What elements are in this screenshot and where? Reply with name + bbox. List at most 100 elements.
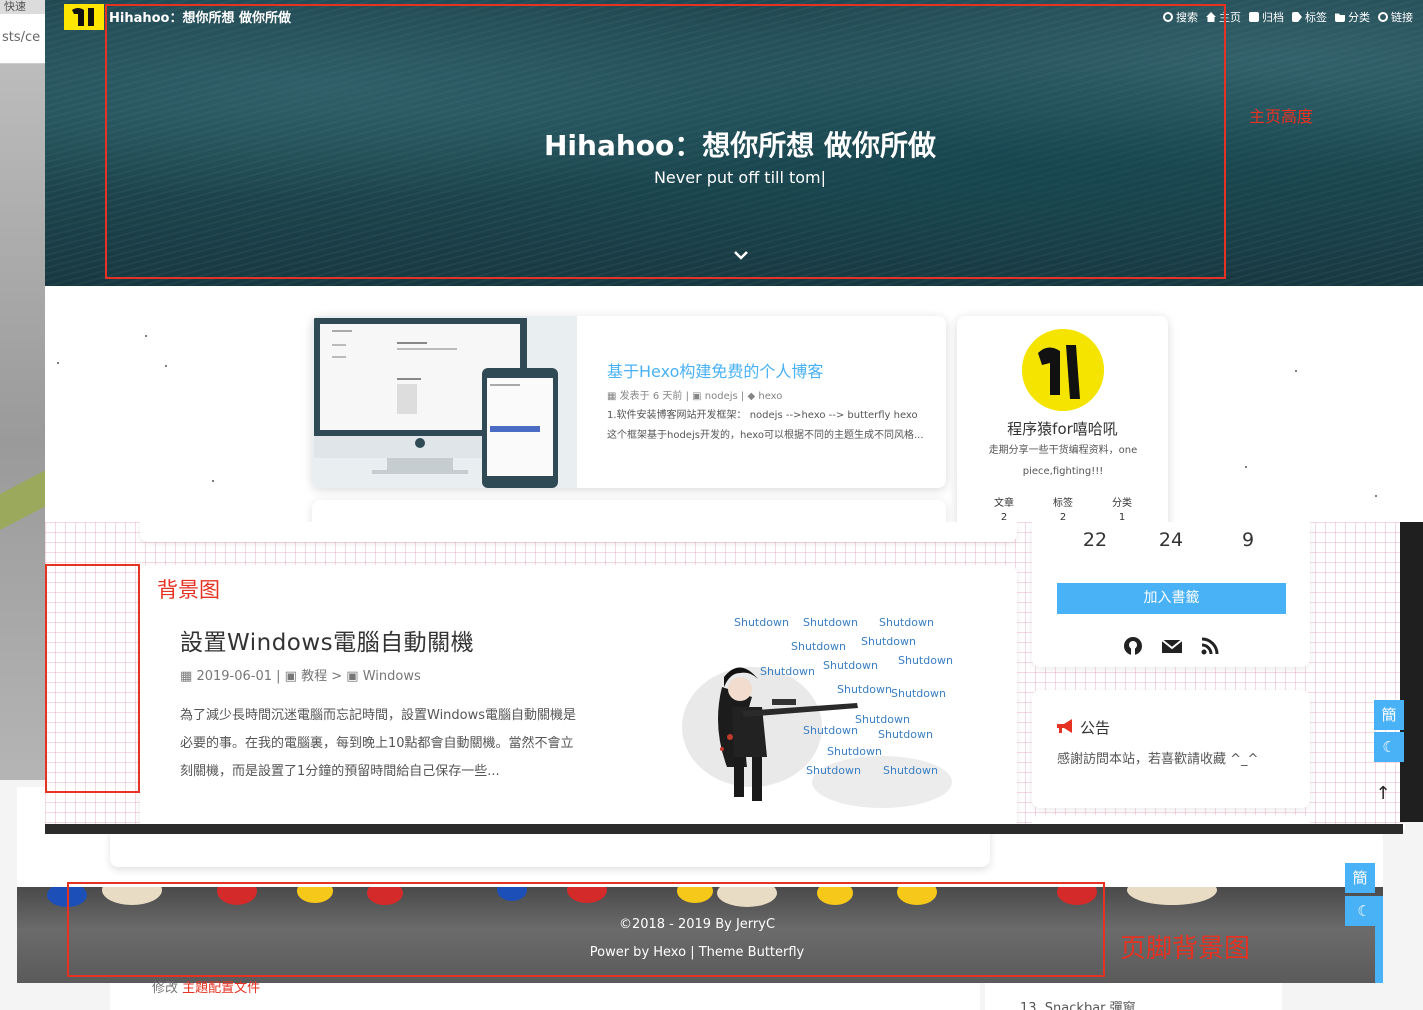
nav-categories-label: 分类 [1348,11,1370,24]
stat-label-articles[interactable]: 文章 [984,494,1024,509]
author-description: 走期分享一些干货编程资料，one piece,fighting!!! [988,445,1138,477]
illustration-word: Shutdown [734,616,789,629]
background-annotation-label: 背景图 [157,578,220,602]
rss-icon[interactable] [1198,634,1222,658]
mid-dark-edge [1400,522,1423,822]
nav-links[interactable]: 链接 [1378,9,1413,25]
illustration-word: Shutdown [891,687,946,700]
background-dot [57,362,59,364]
anime-girl-illustration [682,667,952,808]
category-count[interactable]: 9 [1218,529,1278,551]
footer-bg-cream-blob [1127,887,1217,905]
post-meta: ▦ 2019-06-01 | ▣ 教程 > ▣ Windows [180,665,421,684]
bookmark-button[interactable]: 加入書籤 [1057,583,1286,614]
recent-post-tag[interactable]: hexo [758,391,782,402]
post-subcategory[interactable]: Windows [363,669,421,684]
chevron-right-icon: > [331,669,347,684]
post-excerpt: 為了減少長時間沉迷電腦而忘記時間，設置Windows電腦自動關機是必要的事。在我… [180,708,577,779]
meta-separator: | [276,669,285,684]
mid-previous-post-card [140,522,1017,542]
recent-post-category[interactable]: nodejs [705,391,738,402]
avatar[interactable] [1022,329,1104,411]
post-title[interactable]: 設置Windows電腦自動關機 [180,623,474,657]
illustration-word: Shutdown [898,654,953,667]
recent-post-card[interactable] [312,316,946,488]
top-screenshot: Hihahoo：想你所想 做你所做 搜索 主页 归档 标签 分类 链接 Hiha… [45,0,1423,522]
background-dot [1295,370,1297,372]
announcement-title: 公告 [1080,719,1111,737]
theme-config-link[interactable]: 主題配置文件 [182,981,260,996]
illustration-word: Shutdown [878,728,933,741]
simplified-chinese-button[interactable]: 簡 [1345,863,1375,893]
next-post-card[interactable] [312,500,946,522]
tag-icon [1292,12,1302,22]
illustration-word: Shutdown [855,713,910,726]
post-cover-illustration[interactable]: Shutdown Shutdown Shutdown Shutdown Shut… [672,607,962,819]
post-cover-devices [312,316,577,488]
calendar-icon: ▦ [180,669,193,684]
background-dot [145,335,147,337]
stat-label-categories[interactable]: 分类 [1102,494,1142,509]
post-category[interactable]: 教程 [301,669,327,684]
author-name: 程序猿for嘻哈吼 [1007,420,1118,438]
recent-post-meta: ▦ 发表于 6 天前 | ▣ nodejs | ◆ hexo [607,387,782,402]
below-footer-text: 修改 主題配置文件 [152,977,260,996]
stat-value-articles[interactable]: 2 [984,512,1024,522]
tag-count[interactable]: 24 [1141,529,1201,551]
background-annotation-box [45,564,140,793]
stat-value-tags[interactable]: 2 [1043,512,1083,522]
link-icon [1378,12,1388,22]
tag-icon: ◆ [747,391,756,402]
recent-post-date: 发表于 6 天前 [619,391,683,402]
background-dot [1375,495,1377,497]
footer-annotation-label: 页脚背景图 [1120,934,1251,964]
dark-mode-button[interactable]: ☾ [1345,896,1383,926]
archive-icon [1249,12,1259,22]
stat-label-tags[interactable]: 标签 [1043,494,1083,509]
background-dot [165,365,167,367]
post-date: 2019-06-01 [196,669,272,684]
nav-tags-label: 标签 [1305,11,1327,24]
illustration-word: Shutdown [806,764,861,777]
nav-categories[interactable]: 分类 [1335,9,1370,25]
dark-mode-button[interactable]: ☾ [1374,732,1404,762]
folder-icon [1335,13,1345,22]
bullhorn-icon [1057,719,1072,733]
illustration-word: Shutdown [861,635,916,648]
composite-screenshot: { "browser": {"tab_fragment": "快速", "url… [0,0,1423,1010]
home-height-annotation-label: 主页高度 [1249,107,1314,126]
recent-post-title[interactable]: 基于Hexo构建免费的个人博客 [607,358,823,382]
illustration-word: Shutdown [883,764,938,777]
email-icon[interactable] [1160,634,1184,658]
home-height-annotation-box [105,4,1226,279]
calendar-icon: ▦ [607,391,617,402]
illustration-word: Shutdown [823,659,878,672]
illustration-word: Shutdown [837,683,892,696]
site-logo[interactable] [64,4,104,30]
illustration-word: Shutdown [791,640,846,653]
inbox-icon: ▣ [346,669,359,684]
background-dot [212,480,214,482]
stat-value-categories[interactable]: 1 [1102,512,1142,522]
nav-archive-label: 归档 [1262,11,1284,24]
illustration-word: Shutdown [760,665,815,678]
footer-annotation-box [67,882,1105,977]
simplified-chinese-button[interactable]: 簡 [1374,700,1404,730]
back-to-top-button[interactable]: ↑ [1372,783,1394,807]
nav-archive[interactable]: 归档 [1249,9,1284,25]
inbox-icon: ▣ [692,391,702,402]
nav-tags[interactable]: 标签 [1292,9,1327,25]
illustration-word: Shutdown [827,745,882,758]
article-count[interactable]: 22 [1065,529,1125,551]
inbox-icon: ▣ [284,669,297,684]
illustration-word: Shutdown [803,724,858,737]
mid-screenshot-bottom-edge [45,824,1403,834]
background-dot [1245,466,1247,468]
recent-post-excerpt: 1.软件安装博客网站开发框架： nodejs -->hexo --> butte… [607,410,924,441]
illustration-word: Shutdown [803,616,858,629]
github-icon[interactable] [1121,634,1145,658]
toc-item[interactable]: 13. Snackbar 彈窗 [1020,997,1136,1010]
below-footer-prefix: 修改 [152,981,179,996]
illustration-word: Shutdown [879,616,934,629]
announcement-text: 感謝訪問本站，若喜歡請收藏 ^_^ [1057,752,1259,767]
